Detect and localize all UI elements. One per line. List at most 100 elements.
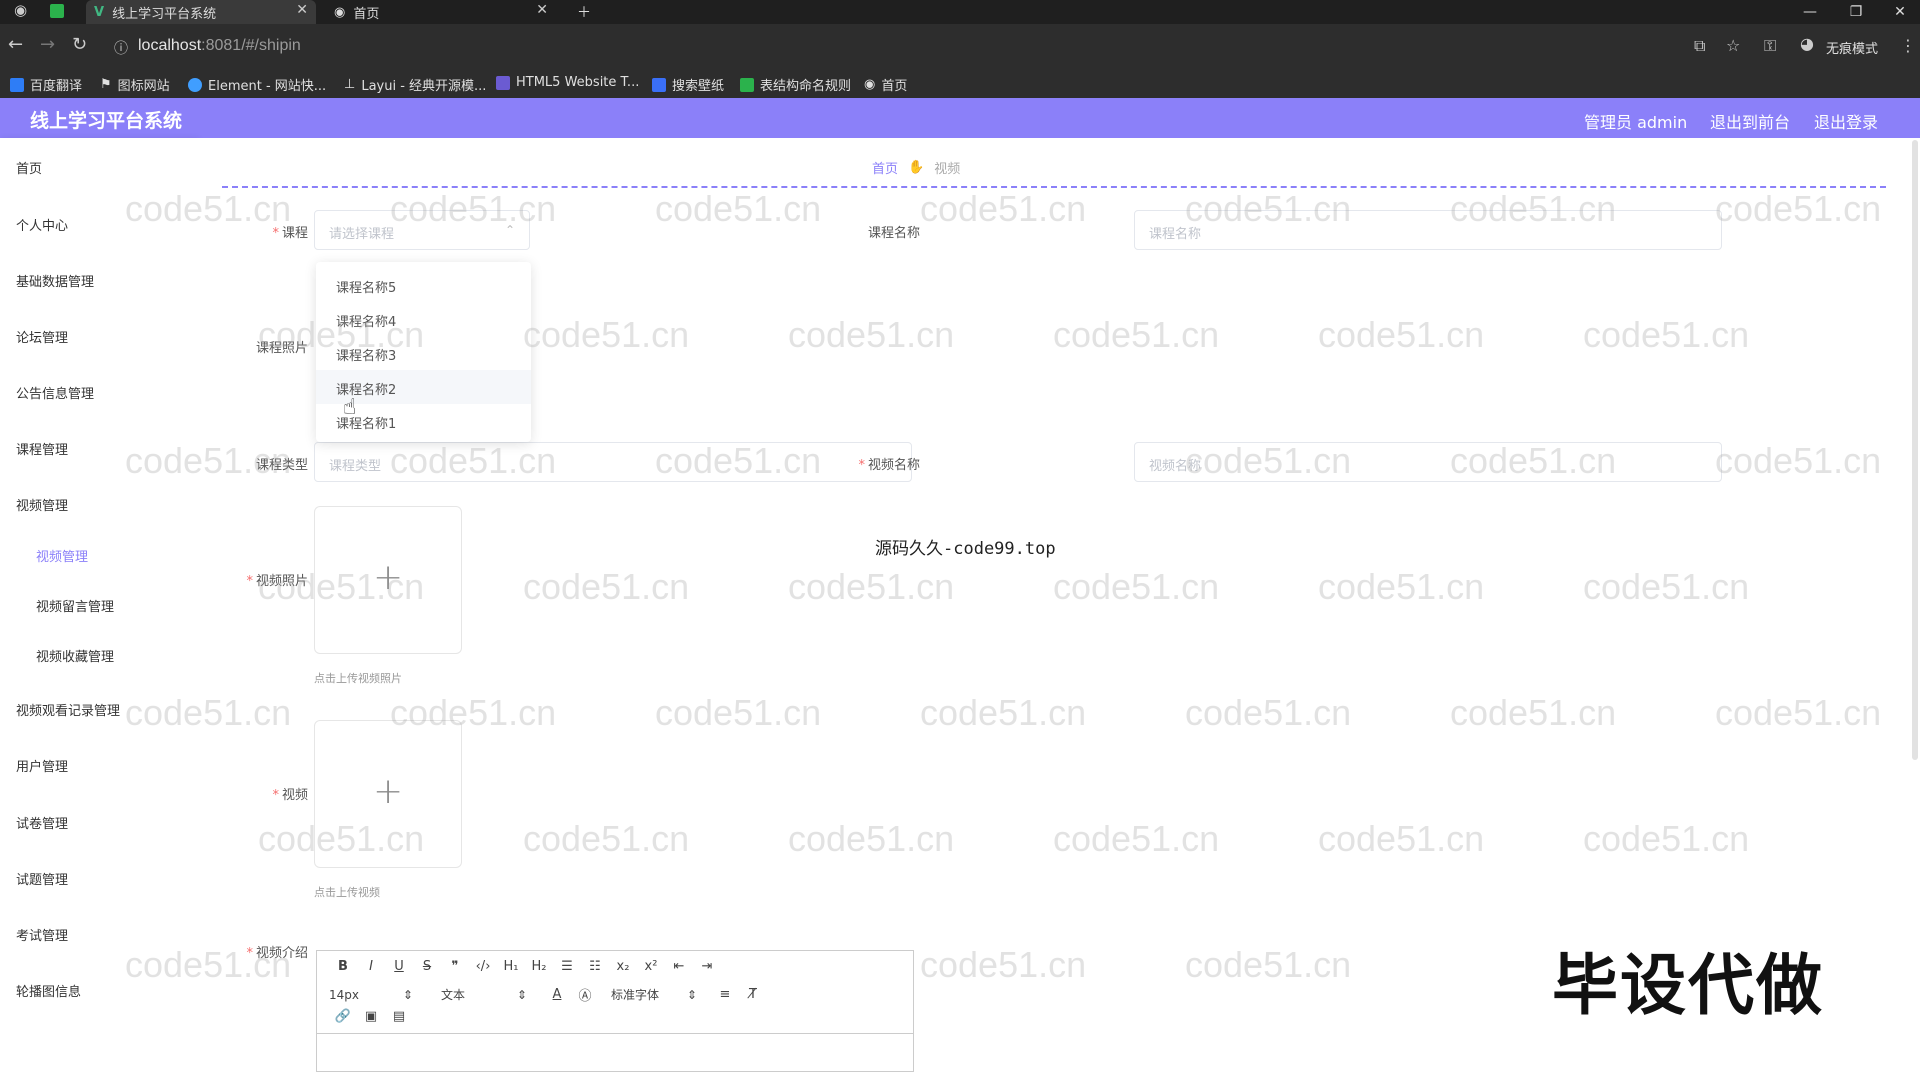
video-icon[interactable]: ▤	[385, 1009, 413, 1024]
app-title: 线上学习平台系统	[30, 110, 183, 132]
bullet-list-icon[interactable]: ☷	[581, 959, 609, 974]
url-field[interactable]: localhost:8081/#/shipin	[138, 37, 301, 55]
background-color-icon[interactable]: Ⓐ	[571, 985, 599, 1004]
video-photo-label: * 视频照片	[246, 574, 308, 589]
restore-icon[interactable]: ❐	[1836, 0, 1876, 24]
url-host: localhost	[138, 37, 202, 54]
underline-icon[interactable]: U	[385, 959, 413, 974]
tab-platform[interactable]: V 线上学习平台系统 ✕	[86, 0, 316, 24]
sidebar-item-forum[interactable]: 论坛管理	[16, 327, 68, 346]
clear-format-icon[interactable]: T̸	[739, 987, 767, 1002]
reload-icon[interactable]: ↻	[72, 34, 87, 55]
sidebar-item-user[interactable]: 用户管理	[16, 756, 68, 775]
browser-globe-icon[interactable]: ◉	[14, 1, 27, 19]
minimize-icon[interactable]: —	[1790, 0, 1830, 24]
bookmark-item[interactable]: Element - 网站快...	[188, 75, 326, 94]
incognito-icon[interactable]: ◕	[1800, 34, 1814, 53]
sidebar-sub-video-manage[interactable]: 视频管理	[36, 546, 88, 565]
font-color-icon[interactable]: A	[543, 987, 571, 1002]
dropdown-option[interactable]: 课程名称5	[316, 268, 531, 302]
bookmark-item[interactable]: HTML5 Website T...	[496, 75, 639, 90]
dropdown-option[interactable]: 课程名称4	[316, 302, 531, 336]
sidebar-item-watch-record[interactable]: 视频观看记录管理	[16, 700, 120, 719]
url-path: :8081/#/shipin	[201, 37, 301, 54]
app-tab-icon[interactable]	[50, 4, 64, 18]
chevron-up-icon: ⌃	[504, 223, 515, 237]
align-icon[interactable]: ≡	[711, 987, 739, 1002]
sidebar-item-profile[interactable]: 个人中心	[16, 215, 68, 234]
sidebar-sub-video-favorite[interactable]: 视频收藏管理	[36, 646, 114, 665]
header-select[interactable]: 文本 ⇕	[441, 986, 543, 1003]
close-tab-icon[interactable]: ✕	[536, 2, 548, 18]
close-tab-icon[interactable]: ✕	[296, 2, 308, 18]
bookmark-label: 百度翻译	[30, 79, 83, 94]
sidebar-item-exam-paper[interactable]: 试卷管理	[16, 813, 68, 832]
menu-dots-icon[interactable]: ⋮	[1900, 36, 1916, 55]
course-label: * 课程	[272, 226, 308, 241]
video-label: * 视频	[272, 788, 308, 803]
course-photo-label: 课程照片	[255, 341, 308, 356]
subscript-icon[interactable]: x₂	[609, 959, 637, 974]
sidebar-sub-video-comment[interactable]: 视频留言管理	[36, 596, 114, 615]
sidebar-item-exam[interactable]: 考试管理	[16, 925, 68, 944]
bookmark-item[interactable]: ⚑ 图标网站	[100, 75, 170, 94]
exit-to-front-link[interactable]: 退出到前台	[1710, 109, 1790, 133]
video-photo-upload[interactable]: +	[314, 506, 462, 654]
bookmark-label: 搜索壁纸	[672, 79, 725, 94]
close-window-icon[interactable]: ✕	[1880, 0, 1920, 24]
editor-toolbar-row3: 🔗 ▣ ▤	[329, 1009, 413, 1024]
code-icon[interactable]: ‹/›	[469, 959, 497, 974]
font-family-select[interactable]: 标准字体 ⇕	[611, 986, 711, 1003]
bookmark-label: HTML5 Website T...	[516, 75, 640, 90]
bookmark-item[interactable]: ◉ 首页	[864, 75, 907, 94]
back-icon[interactable]: ←	[8, 34, 23, 55]
strike-icon[interactable]: S	[413, 959, 441, 974]
translate-icon[interactable]: ⧉	[1694, 36, 1705, 56]
font-size-select[interactable]: 14px ⇕	[329, 988, 417, 1002]
page-scrollbar[interactable]	[1912, 140, 1918, 760]
sidebar-item-question[interactable]: 试题管理	[16, 869, 68, 888]
breadcrumb-home[interactable]: 首页	[872, 158, 898, 177]
superscript-icon[interactable]: x²	[637, 959, 665, 974]
plus-icon: +	[373, 771, 404, 812]
h2-icon[interactable]: H₂	[525, 959, 553, 974]
sidebar-item-course[interactable]: 课程管理	[16, 439, 68, 458]
tab-home[interactable]: ◉ 首页 ✕	[326, 0, 556, 24]
course-name-input[interactable]: 课程名称	[1134, 210, 1722, 250]
indent-icon[interactable]: ⇥	[693, 959, 721, 974]
sidebar-item-home[interactable]: 首页	[16, 158, 42, 177]
outdent-icon[interactable]: ⇤	[665, 959, 693, 974]
bold-icon[interactable]: B	[329, 959, 357, 974]
ordered-list-icon[interactable]: ☰	[553, 959, 581, 974]
flag-icon: ⚑	[100, 77, 112, 92]
new-tab-icon[interactable]: ＋	[564, 0, 604, 24]
quote-icon[interactable]: ❞	[441, 959, 469, 974]
bookmark-label: 图标网站	[117, 79, 170, 94]
bookmark-item[interactable]: 表结构命名规则	[740, 75, 851, 94]
logout-link[interactable]: 退出登录	[1814, 109, 1878, 133]
sidebar-item-carousel[interactable]: 轮播图信息	[16, 981, 81, 1000]
dropdown-option[interactable]: 课程名称3	[316, 336, 531, 370]
bookmark-item[interactable]: ⊥ Layui - 经典开源模...	[344, 75, 486, 94]
bookmark-label: Layui - 经典开源模...	[361, 79, 487, 94]
tab-title: 线上学习平台系统	[112, 6, 217, 22]
bookmark-star-icon[interactable]: ☆	[1726, 36, 1740, 55]
key-icon[interactable]: ⚿	[1764, 36, 1776, 56]
sidebar-item-base-data[interactable]: 基础数据管理	[16, 271, 94, 290]
info-icon[interactable]: ⓘ	[114, 38, 128, 58]
course-select[interactable]: 请选择课程 ⌃	[314, 210, 530, 250]
video-upload[interactable]: +	[314, 720, 462, 868]
incognito-label: 无痕模式	[1826, 42, 1879, 57]
video-name-input[interactable]: 视频名称	[1134, 442, 1722, 482]
h1-icon[interactable]: H₁	[497, 959, 525, 974]
bookmark-item[interactable]: 百度翻译	[10, 75, 82, 94]
italic-icon[interactable]: I	[357, 959, 385, 974]
forward-icon[interactable]: →	[40, 34, 55, 55]
bookmark-item[interactable]: 搜索壁纸	[652, 75, 724, 94]
sidebar-item-notice[interactable]: 公告信息管理	[16, 383, 94, 402]
image-icon[interactable]: ▣	[357, 1009, 385, 1024]
bookmark-label: 首页	[881, 79, 908, 94]
sidebar-item-video[interactable]: 视频管理	[16, 495, 68, 514]
link-icon[interactable]: 🔗	[329, 1009, 357, 1024]
editor-toolbar-row1: B I U S ❞ ‹/› H₁ H₂ ☰ ☷ x₂ x² ⇤ ⇥	[329, 959, 721, 974]
